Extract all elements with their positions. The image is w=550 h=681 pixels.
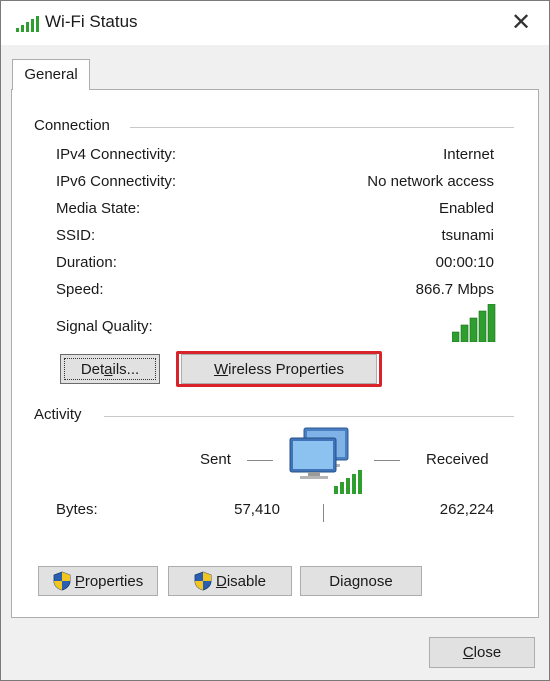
- activity-heading: Activity: [34, 406, 88, 423]
- uac-shield-icon: [53, 571, 71, 591]
- close-icon[interactable]: ✕: [507, 9, 535, 37]
- network-computers-icon: [289, 427, 362, 494]
- bytes-label: Bytes:: [56, 501, 98, 518]
- ssid-value: tsunami: [441, 227, 494, 244]
- connection-divider: [130, 127, 514, 128]
- properties-button[interactable]: Properties: [38, 566, 158, 596]
- close-label: Close: [462, 644, 502, 661]
- wifi-status-window: Wi-Fi Status ✕ General Connection IPv4 C…: [0, 0, 550, 681]
- diagnose-label: Diagnose: [329, 572, 393, 590]
- close-button[interactable]: Close: [429, 637, 535, 668]
- activity-divider: [104, 416, 514, 417]
- ipv4-value: Internet: [443, 146, 494, 163]
- received-line: [374, 460, 400, 461]
- duration-label: Duration:: [56, 254, 117, 271]
- uac-shield-icon: [194, 571, 212, 591]
- connection-heading: Connection: [34, 117, 116, 134]
- signal-quality-label: Signal Quality:: [56, 318, 153, 335]
- sent-line: [247, 460, 273, 461]
- speed-label: Speed:: [56, 281, 104, 298]
- details-label: Details...: [80, 360, 140, 378]
- duration-value: 00:00:10: [435, 254, 494, 271]
- speed-value: 866.7 Mbps: [415, 281, 494, 298]
- media-state-label: Media State:: [56, 200, 141, 217]
- wifi-signal-icon: [16, 16, 39, 32]
- ssid-label: SSID:: [56, 227, 96, 244]
- disable-label: Disable: [215, 572, 267, 590]
- title-bar[interactable]: Wi-Fi Status ✕: [1, 1, 549, 45]
- bytes-sent-value: 57,410: [234, 501, 280, 518]
- ipv4-label: IPv4 Connectivity:: [56, 146, 177, 163]
- wireless-properties-highlight: [176, 351, 382, 387]
- disable-button[interactable]: Disable: [168, 566, 292, 596]
- diagnose-button[interactable]: Diagnose: [300, 566, 422, 596]
- ipv6-label: IPv6 Connectivity:: [56, 173, 177, 190]
- sent-label: Sent: [200, 451, 231, 468]
- signal-strength-icon: [452, 304, 496, 342]
- properties-label: Properties: [74, 572, 144, 590]
- activity-separator: [323, 504, 324, 522]
- window-title: Wi-Fi Status: [45, 12, 138, 31]
- media-state-value: Enabled: [438, 200, 494, 217]
- ipv6-value: No network access: [367, 173, 494, 190]
- received-label: Received: [426, 451, 489, 468]
- bytes-received-value: 262,224: [439, 501, 494, 518]
- details-button[interactable]: Details...: [60, 354, 160, 384]
- tab-general[interactable]: General: [12, 59, 90, 90]
